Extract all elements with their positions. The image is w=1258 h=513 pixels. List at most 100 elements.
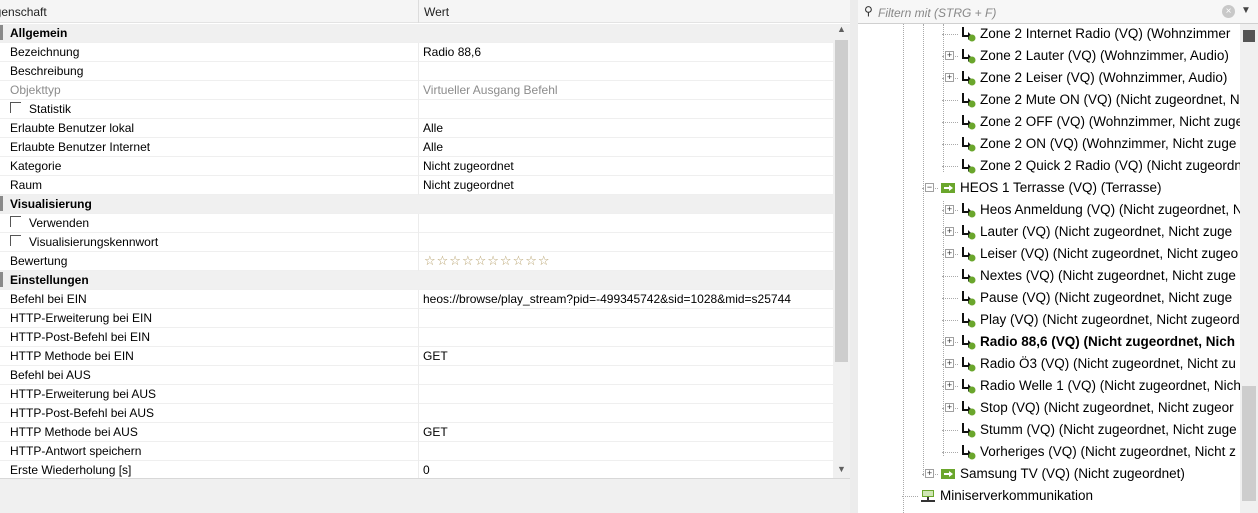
property-checkbox[interactable]	[10, 235, 21, 246]
output-command-icon	[960, 400, 976, 416]
tree-item[interactable]: Zone 2 OFF (VQ) (Wohnzimmer, Nicht zuge	[942, 111, 1240, 133]
tree-item[interactable]: Zone 2 Internet Radio (VQ) (Wohnzimmer	[942, 24, 1240, 45]
tree-item-selected[interactable]: + Radio 88,6 (VQ) (Nicht zugeordnet, Nich	[942, 331, 1240, 353]
tree-item[interactable]: + Samsung TV (VQ) (Nicht zugeordnet)	[922, 463, 1240, 485]
property-value[interactable]: Virtueller Ausgang Befehl	[423, 83, 558, 97]
tree-item[interactable]: + Leiser (VQ) (Nicht zugeordnet, Nicht zu…	[942, 243, 1240, 265]
property-row[interactable]: Objekttyp Virtueller Ausgang Befehl	[0, 81, 833, 100]
tree-item[interactable]: Nextes (VQ) (Nicht zugeordnet, Nicht zug…	[942, 265, 1240, 287]
rating-stars[interactable]: ☆☆☆☆☆☆☆☆☆☆	[424, 253, 551, 269]
property-value[interactable]: Radio 88,6	[423, 45, 481, 59]
property-row[interactable]: HTTP Methode bei EIN GET	[0, 347, 833, 366]
output-command-icon	[960, 444, 976, 460]
panel-splitter[interactable]	[850, 0, 858, 513]
column-divider	[418, 176, 419, 195]
category-row[interactable]: Einstellungen	[0, 271, 833, 290]
expand-icon[interactable]: +	[945, 249, 954, 258]
property-value[interactable]: Nicht zugeordnet	[423, 159, 514, 173]
category-row[interactable]: Allgemein	[0, 24, 833, 43]
property-row[interactable]: Beschreibung	[0, 62, 833, 81]
property-name: Befehl bei AUS	[10, 368, 91, 382]
column-divider	[418, 290, 419, 309]
expand-icon[interactable]: +	[945, 359, 954, 368]
collapse-all-icon[interactable]	[1243, 30, 1255, 42]
tree-item-label: Radio Ö3 (VQ) (Nicht zugeordnet, Nicht z…	[980, 356, 1236, 371]
property-row[interactable]: Statistik	[0, 100, 833, 119]
object-tree: Zone 2 Internet Radio (VQ) (Wohnzimmer + Z…	[858, 24, 1240, 513]
property-value[interactable]: Nicht zugeordnet	[423, 178, 514, 192]
tree-item[interactable]: Pause (VQ) (Nicht zugeordnet, Nicht zuge	[942, 287, 1240, 309]
property-row[interactable]: Raum Nicht zugeordnet	[0, 176, 833, 195]
expand-icon[interactable]: +	[945, 73, 954, 82]
scroll-up-arrow-icon[interactable]: ▲	[833, 24, 850, 38]
property-checkbox[interactable]	[10, 102, 21, 113]
expand-icon[interactable]: +	[945, 337, 954, 346]
property-row[interactable]: Erlaubte Benutzer Internet Alle	[0, 138, 833, 157]
property-value[interactable]: Alle	[423, 121, 443, 135]
property-row[interactable]: HTTP-Post-Befehl bei EIN	[0, 328, 833, 347]
property-checkbox[interactable]	[10, 216, 21, 227]
property-row[interactable]: Erlaubte Benutzer lokal Alle	[0, 119, 833, 138]
tree-item[interactable]: + Heos Anmeldung (VQ) (Nicht zugeordnet, …	[942, 199, 1240, 221]
tree-branch-line	[942, 166, 958, 167]
property-name: Raum	[10, 178, 43, 192]
property-row[interactable]: Befehl bei AUS	[0, 366, 833, 385]
property-value[interactable]: Alle	[423, 140, 443, 154]
property-row[interactable]: HTTP Methode bei AUS GET	[0, 423, 833, 442]
output-command-icon	[960, 48, 976, 64]
tree-item[interactable]: Miniserverkommunikation	[902, 485, 1240, 507]
tree-item-label: Heos Anmeldung (VQ) (Nicht zugeordnet, N	[980, 202, 1240, 217]
expand-icon[interactable]: +	[945, 51, 954, 60]
expand-icon[interactable]: +	[925, 469, 934, 478]
expand-icon[interactable]: +	[945, 227, 954, 236]
filter-input[interactable]	[876, 3, 1220, 22]
property-row[interactable]: Visualisierungskennwort	[0, 233, 833, 252]
expand-icon[interactable]: +	[945, 381, 954, 390]
tree-scroll-thumb[interactable]	[1242, 386, 1256, 501]
tree-item[interactable]: Zone 2 ON (VQ) (Wohnzimmer, Nicht zuge	[942, 133, 1240, 155]
collapse-icon[interactable]: −	[925, 183, 934, 192]
property-row[interactable]: Bewertung ☆☆☆☆☆☆☆☆☆☆	[0, 252, 833, 271]
header-divider[interactable]	[418, 0, 419, 23]
property-row[interactable]: HTTP-Post-Befehl bei AUS	[0, 404, 833, 423]
column-divider	[418, 461, 419, 478]
tree-item[interactable]: + Stop (VQ) (Nicht zugeordnet, Nicht zuge…	[942, 397, 1240, 419]
tree-item[interactable]: + Lauter (VQ) (Nicht zugeordnet, Nicht zu…	[942, 221, 1240, 243]
tree-item[interactable]: + Zone 2 Lauter (VQ) (Wohnzimmer, Audio)	[942, 45, 1240, 67]
property-row[interactable]: Erste Wiederholung [s] 0	[0, 461, 833, 478]
tree-item[interactable]: + Radio Ö3 (VQ) (Nicht zugeordnet, Nicht …	[942, 353, 1240, 375]
column-divider	[418, 309, 419, 328]
tree-scrollbar[interactable]	[1240, 24, 1258, 513]
filter-dropdown-icon[interactable]: ▼	[1241, 5, 1251, 16]
tree-item[interactable]: Stumm (VQ) (Nicht zugeordnet, Nicht zuge	[942, 419, 1240, 441]
tree-item[interactable]: − HEOS 1 Terrasse (VQ) (Terrasse)	[922, 177, 1240, 199]
header-property[interactable]: igenschaft	[0, 5, 47, 19]
tree-item[interactable]: Zone 2 Mute ON (VQ) (Nicht zugeordnet, N	[942, 89, 1240, 111]
tree-item[interactable]: + Radio Welle 1 (VQ) (Nicht zugeordnet, N…	[942, 375, 1240, 397]
property-row[interactable]: HTTP-Erweiterung bei EIN	[0, 309, 833, 328]
category-row[interactable]: Visualisierung	[0, 195, 833, 214]
property-row[interactable]: Bezeichnung Radio 88,6	[0, 43, 833, 62]
property-row[interactable]: Kategorie Nicht zugeordnet	[0, 157, 833, 176]
expand-icon[interactable]: +	[945, 403, 954, 412]
expand-icon[interactable]: +	[945, 205, 954, 214]
tree-item[interactable]: Vorheriges (VQ) (Nicht zugeordnet, Nicht…	[942, 441, 1240, 463]
clear-filter-icon[interactable]: ×	[1222, 5, 1235, 18]
property-row[interactable]: HTTP-Erweiterung bei AUS	[0, 385, 833, 404]
scroll-thumb[interactable]	[835, 40, 848, 362]
scroll-down-arrow-icon[interactable]: ▼	[833, 464, 850, 478]
column-divider	[418, 423, 419, 442]
property-value[interactable]: 0	[423, 463, 430, 477]
tree-item[interactable]: + Zone 2 Leiser (VQ) (Wohnzimmer, Audio)	[942, 67, 1240, 89]
tree-item[interactable]: Play (VQ) (Nicht zugeordnet, Nicht zugeo…	[942, 309, 1240, 331]
property-value[interactable]: heos://browse/play_stream?pid=-499345742…	[423, 292, 791, 306]
grid-scrollbar[interactable]: ▲ ▼	[833, 24, 850, 478]
property-value[interactable]: GET	[423, 349, 448, 363]
property-row[interactable]: Befehl bei EIN heos://browse/play_stream?…	[0, 290, 833, 309]
column-divider	[418, 100, 419, 119]
property-row[interactable]: HTTP-Antwort speichern	[0, 442, 833, 461]
tree-item[interactable]: Zone 2 Quick 2 Radio (VQ) (Nicht zugeord…	[942, 155, 1240, 177]
property-value[interactable]: GET	[423, 425, 448, 439]
header-value[interactable]: Wert	[424, 5, 449, 19]
property-row[interactable]: Verwenden	[0, 214, 833, 233]
